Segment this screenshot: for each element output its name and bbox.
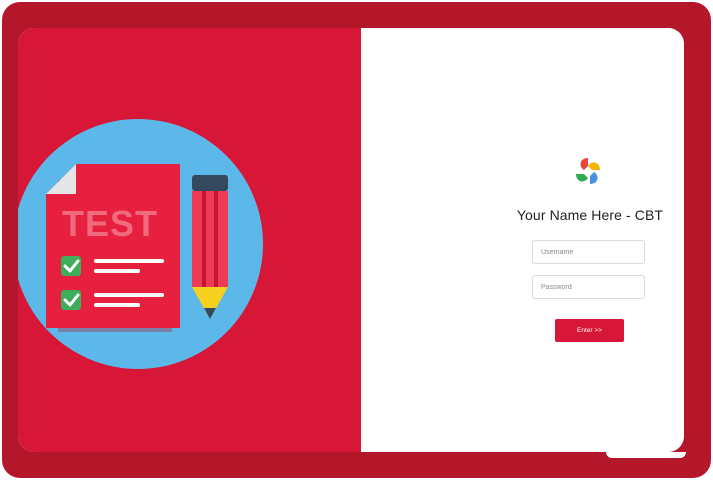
test-label: TEST [62,203,158,244]
app-title: Your Name Here - CBT [516,207,664,223]
illustration-panel: TEST [18,28,361,452]
list-line-1b [94,269,140,273]
test-illustration: TEST [18,119,263,369]
password-input[interactable] [532,275,645,299]
enter-button[interactable]: Enter >> [555,319,624,342]
username-input[interactable] [532,240,645,264]
list-line-2b [94,303,140,307]
frame-notch [606,452,686,458]
list-line-1a [94,259,164,263]
list-line-2a [94,293,164,297]
pinwheel-logo-icon [576,158,600,184]
